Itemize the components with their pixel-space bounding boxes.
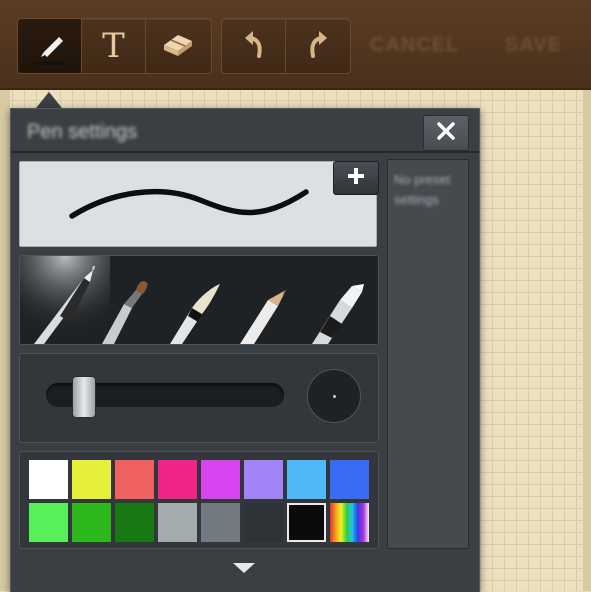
save-button[interactable]: SAVE [505,34,562,57]
canvas-edge-right [583,88,591,591]
color-swatch[interactable] [158,460,197,499]
drawing-tools-group: T [17,18,212,74]
color-swatch[interactable] [72,503,111,542]
panel-title-divider [11,151,479,153]
close-icon [436,121,456,146]
top-toolbar: T CANCEL SAVE [0,0,591,90]
color-swatch[interactable] [244,503,283,542]
color-swatch-rainbow[interactable] [330,503,369,542]
color-swatch[interactable] [115,460,154,499]
stroke-preview [19,161,377,247]
preset-list[interactable]: No preset settings [387,159,469,549]
color-swatch[interactable] [330,460,369,499]
add-preset-button[interactable] [333,161,379,195]
undo-button[interactable] [222,19,286,73]
color-palette [19,451,379,549]
size-dot [332,394,336,398]
preset-empty-text: No preset settings [394,172,451,207]
color-swatch[interactable] [287,503,326,542]
pen-option-marker[interactable] [28,256,96,344]
color-swatch[interactable] [201,503,240,542]
color-swatch[interactable] [287,460,326,499]
pen-size-box [19,353,379,443]
pen-icon [35,29,65,64]
color-swatch[interactable] [72,460,111,499]
text-tool-button[interactable]: T [82,19,146,73]
history-group [221,18,351,74]
stroke-sample [69,188,309,219]
eraser-tool-button[interactable] [146,19,209,73]
size-slider-thumb[interactable] [71,376,96,418]
color-swatch[interactable] [158,503,197,542]
color-swatch[interactable] [29,503,68,542]
canvas-edge-left [0,88,10,591]
close-button[interactable] [423,115,469,151]
pen-option-brush[interactable] [96,256,164,344]
size-preview [307,369,361,423]
expand-arrow-icon[interactable] [233,563,255,573]
pen-option-calligraphy[interactable] [164,256,232,344]
pen-option-pencil[interactable] [232,256,300,344]
plus-icon [346,166,366,191]
undo-icon [239,28,269,65]
pen-option-highlighter[interactable] [300,256,368,344]
pen-settings-panel: Pen settings No preset settings [10,108,480,592]
redo-button[interactable] [286,19,349,73]
text-icon: T [102,26,125,66]
cancel-button[interactable]: CANCEL [370,34,459,57]
pen-tool-button[interactable] [18,19,82,73]
panel-pointer [36,92,62,108]
color-swatch[interactable] [29,460,68,499]
color-swatch[interactable] [244,460,283,499]
eraser-icon [158,29,198,64]
pen-type-selector [19,255,379,345]
color-swatch[interactable] [201,460,240,499]
color-swatch[interactable] [115,503,154,542]
panel-title: Pen settings [27,121,138,143]
redo-icon [303,28,333,65]
